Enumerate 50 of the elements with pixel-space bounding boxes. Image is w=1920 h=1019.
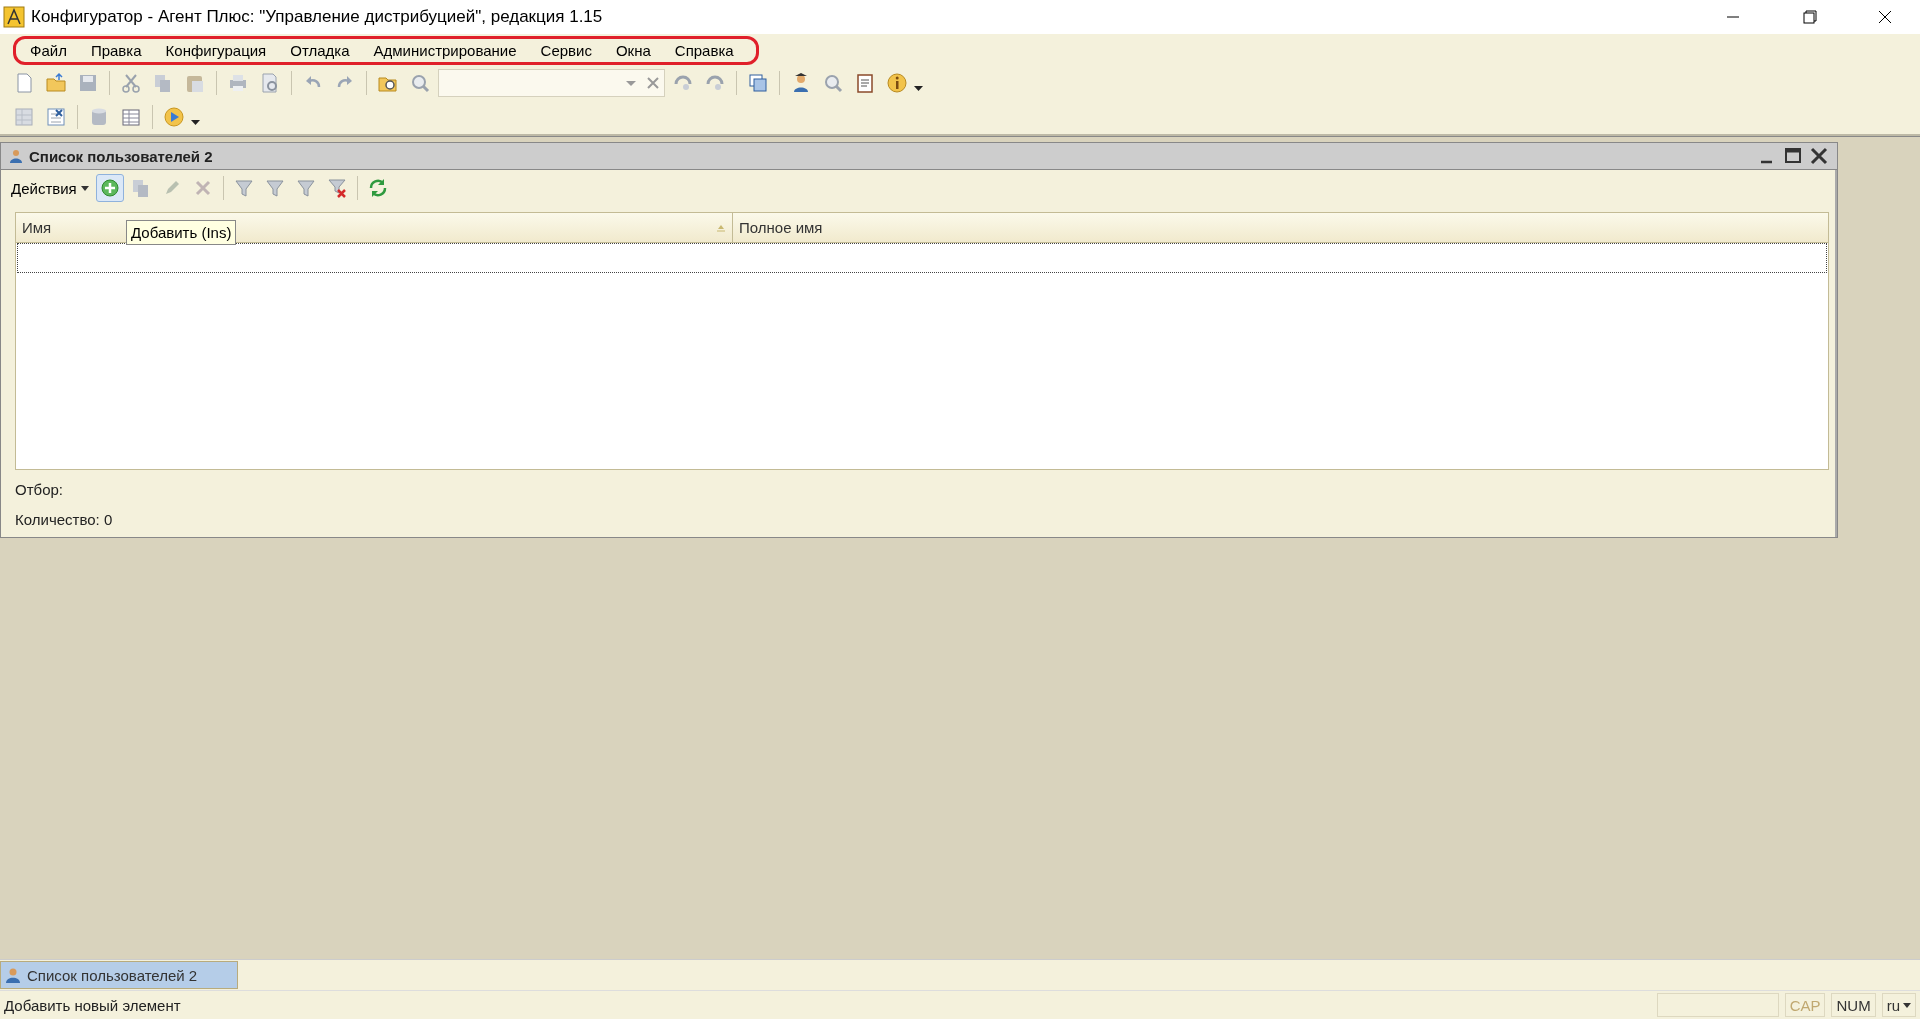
filter-icon[interactable] [294, 177, 317, 199]
status-message: Добавить новый элемент [4, 996, 182, 1014]
folder-icon[interactable] [45, 72, 67, 94]
status-indicator: NUM [1831, 993, 1876, 1017]
add-icon [98, 177, 121, 199]
menu-item[interactable]: Отладка [282, 39, 358, 61]
menu-item[interactable]: Окна [607, 39, 659, 61]
save-icon[interactable] [77, 72, 99, 94]
menu-item[interactable]: Файл [22, 39, 75, 61]
menu-item[interactable]: Правка [82, 39, 150, 61]
maximize-icon[interactable] [1783, 147, 1803, 165]
menu-item[interactable]: Конфигурация [157, 39, 275, 61]
menu-item[interactable]: Сервис [532, 39, 600, 61]
window-title: Список пользователей 2 [29, 147, 213, 165]
search-field[interactable] [438, 69, 665, 97]
info-icon[interactable] [886, 72, 908, 94]
caret-icon[interactable] [191, 120, 200, 126]
filter-icon[interactable] [232, 177, 255, 199]
play-icon[interactable] [163, 106, 185, 128]
grid-icon[interactable] [13, 106, 35, 128]
book-icon[interactable] [854, 72, 876, 94]
status-indicator: CAP [1784, 993, 1826, 1017]
window-tab[interactable]: Список пользователей 2 [0, 961, 239, 989]
tooltip: Добавить (Ins) [126, 220, 237, 245]
caret-icon[interactable] [80, 185, 89, 191]
filter-icon[interactable] [263, 177, 286, 199]
clear-filter-icon[interactable] [325, 177, 348, 199]
table-icon[interactable] [120, 106, 142, 128]
status-indicator[interactable]: ru [1881, 993, 1916, 1017]
caret-icon[interactable] [914, 86, 923, 92]
column-header[interactable]: Полное имя [733, 213, 1828, 242]
actions-menu[interactable]: Действия [11, 179, 89, 197]
close-icon[interactable] [1809, 147, 1829, 165]
menu-item[interactable]: Администрирование [365, 39, 525, 61]
search-icon[interactable] [409, 72, 431, 94]
filter-label: Отбор: [15, 481, 64, 500]
scissors-icon[interactable] [120, 72, 142, 94]
window-title: Конфигуратор - Агент Плюс: "Управление дистрибуцией", редакция 1.15 [31, 7, 603, 27]
sort-icon [716, 223, 726, 232]
menu-item[interactable]: Справка [666, 39, 742, 61]
windows-icon[interactable] [747, 72, 769, 94]
person-icon [5, 967, 21, 983]
printer-icon[interactable] [227, 72, 249, 94]
person-icon [9, 149, 23, 163]
add-button[interactable] [95, 174, 124, 202]
checklist-icon[interactable] [45, 106, 67, 128]
app-logo-icon [3, 6, 25, 28]
count-label: Количество: 0 [15, 511, 114, 530]
caret-icon[interactable] [1903, 1002, 1911, 1008]
magnifier-icon[interactable] [822, 72, 844, 94]
